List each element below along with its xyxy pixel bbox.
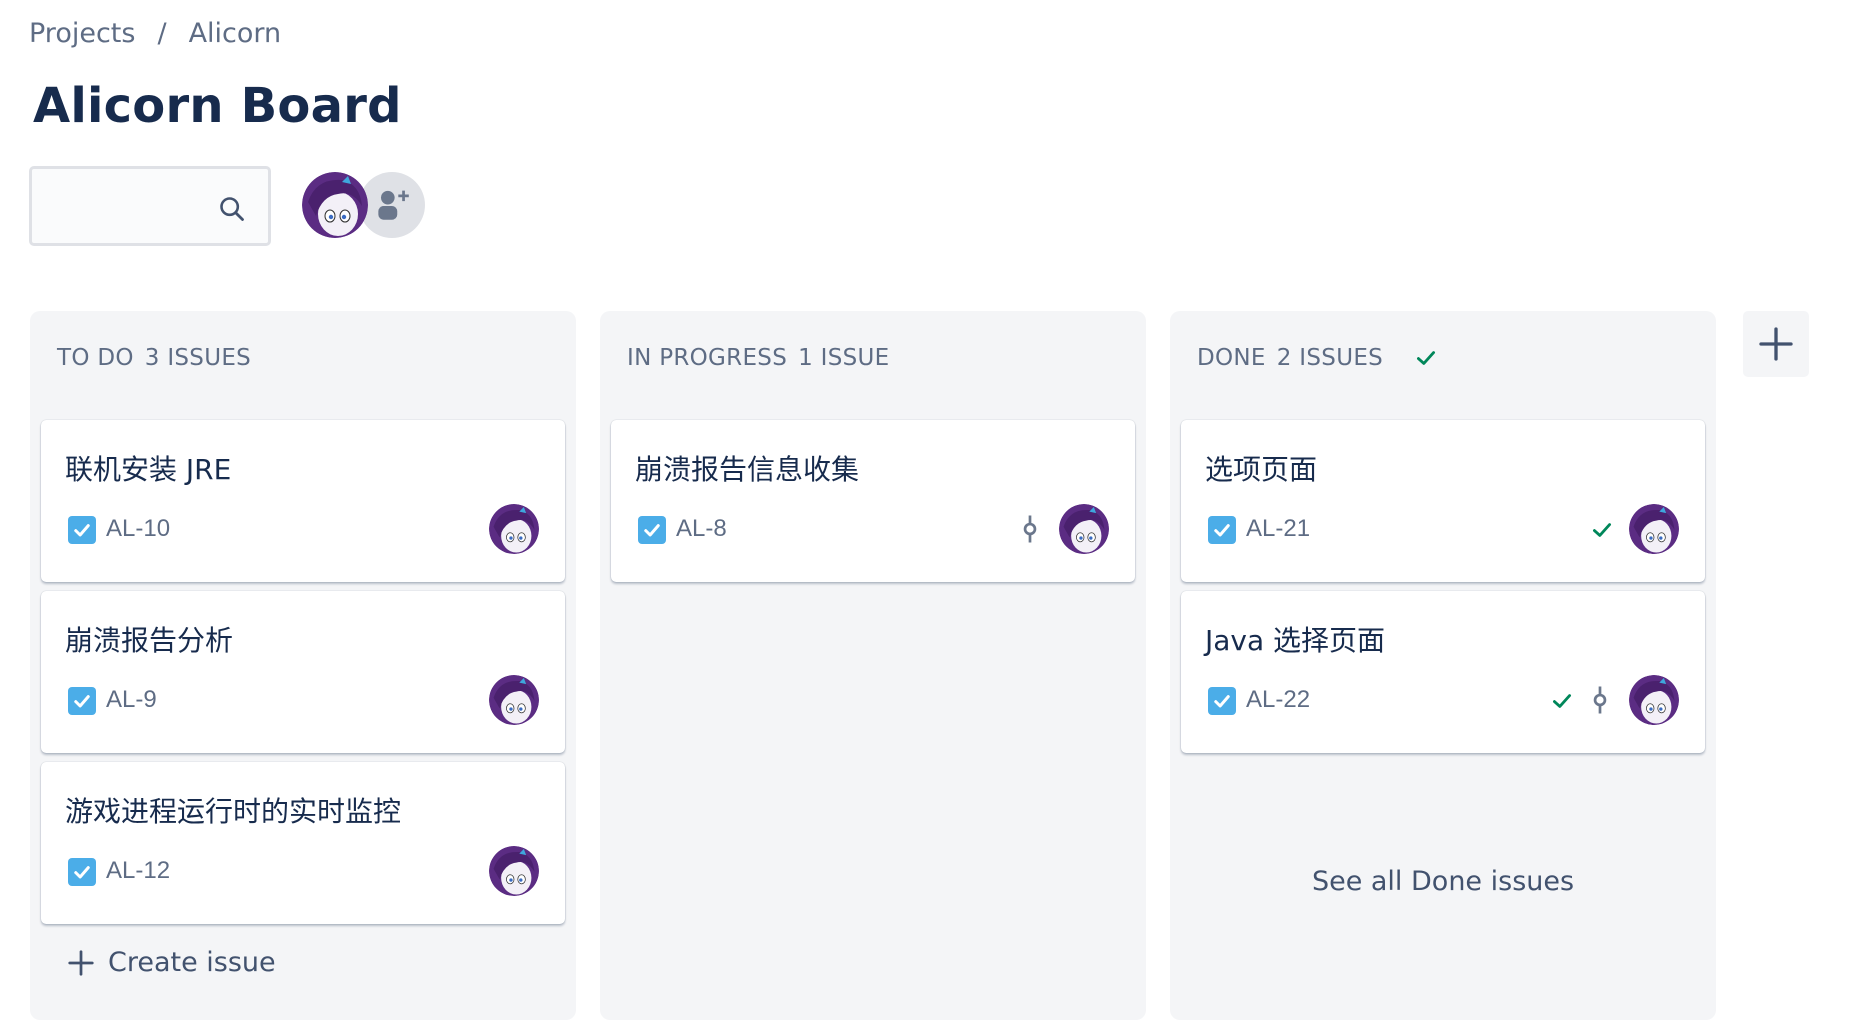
issue-card[interactable]: 崩溃报告分析 AL-9 (41, 591, 565, 753)
assignee-avatar[interactable] (489, 504, 539, 554)
assignee-avatar[interactable] (1059, 504, 1109, 554)
issue-card[interactable]: 联机安装 JRE AL-10 (41, 420, 565, 582)
issue-summary: 游戏进程运行时的实时监控 (65, 795, 402, 828)
search-icon[interactable] (218, 195, 246, 223)
resolved-check-icon (1553, 694, 1571, 708)
add-column-button[interactable] (1743, 311, 1809, 377)
checkbox-story-icon (68, 516, 96, 544)
breadcrumb-separator: / (157, 18, 167, 49)
checkbox-story-icon (1208, 687, 1236, 715)
issue-card[interactable]: Java 选择页面 AL-22 (1181, 591, 1705, 753)
create-issue-label: Create issue (108, 947, 276, 978)
checkbox-story-icon (68, 858, 96, 886)
column-header: DONE 2 ISSUES (1197, 345, 1439, 371)
issue-card[interactable]: 游戏进程运行时的实时监控 AL-12 (41, 762, 565, 924)
board-page: Projects / Alicorn Alicorn Board TO DO 3… (0, 0, 1868, 1036)
issue-summary: 崩溃报告分析 (65, 624, 234, 657)
assignee-avatar[interactable] (489, 846, 539, 896)
assignee-avatar[interactable] (1629, 675, 1679, 725)
checkbox-story-icon (638, 516, 666, 544)
column-name: IN PROGRESS (627, 345, 788, 371)
breadcrumb-projects[interactable]: Projects (29, 18, 135, 49)
resolved-check-icon (1593, 523, 1611, 537)
issue-key[interactable]: AL-9 (106, 686, 157, 714)
column-todo: TO DO 3 ISSUES 联机安装 JRE AL-10 崩溃报告分析 AL-… (30, 311, 576, 1020)
column-name: DONE (1197, 345, 1266, 371)
commit-icon[interactable] (1021, 514, 1039, 544)
checkbox-story-icon (68, 687, 96, 715)
column-header: TO DO 3 ISSUES (57, 345, 251, 371)
issue-key[interactable]: AL-21 (1246, 515, 1310, 543)
column-name: TO DO (57, 345, 134, 371)
checkbox-story-icon (1208, 516, 1236, 544)
issue-summary: 选项页面 (1205, 453, 1318, 486)
issue-summary: 崩溃报告信息收集 (635, 453, 860, 486)
board-search[interactable] (29, 166, 271, 246)
commit-icon[interactable] (1591, 685, 1609, 715)
issue-card[interactable]: 选项页面 AL-21 (1181, 420, 1705, 582)
issue-key[interactable]: AL-12 (106, 857, 170, 885)
column-issue-count: 2 ISSUES (1276, 345, 1384, 371)
assignee-avatar[interactable] (489, 675, 539, 725)
issue-card[interactable]: 崩溃报告信息收集 AL-8 (611, 420, 1135, 582)
column-issue-count: 3 ISSUES (144, 345, 252, 371)
column-done: DONE 2 ISSUES 选项页面 AL-21 Java 选择页面 AL-22… (1170, 311, 1716, 1020)
column-in-progress: IN PROGRESS 1 ISSUE 崩溃报告信息收集 AL-8 (600, 311, 1146, 1020)
assignee-avatar[interactable] (1629, 504, 1679, 554)
issue-key[interactable]: AL-10 (106, 515, 170, 543)
page-title: Alicorn Board (33, 78, 402, 134)
issue-summary: Java 选择页面 (1205, 624, 1386, 657)
search-input[interactable] (42, 179, 222, 233)
issue-key[interactable]: AL-8 (676, 515, 727, 543)
add-people-button[interactable] (359, 172, 425, 238)
column-header: IN PROGRESS 1 ISSUE (627, 345, 890, 371)
see-all-done-issues-link[interactable]: See all Done issues (1170, 866, 1716, 897)
breadcrumb-project[interactable]: Alicorn (189, 18, 282, 49)
issue-summary: 联机安装 JRE (65, 453, 232, 486)
avatar-image (302, 172, 368, 238)
plus-icon (1759, 327, 1793, 361)
issue-key[interactable]: AL-22 (1246, 686, 1310, 714)
create-issue-button[interactable]: Create issue (66, 947, 276, 978)
plus-icon (68, 949, 94, 976)
done-check-icon (1417, 351, 1436, 365)
add-person-icon (378, 190, 409, 220)
breadcrumb: Projects / Alicorn (29, 18, 281, 49)
user-avatar[interactable] (302, 172, 368, 238)
column-issue-count: 1 ISSUE (798, 345, 890, 371)
